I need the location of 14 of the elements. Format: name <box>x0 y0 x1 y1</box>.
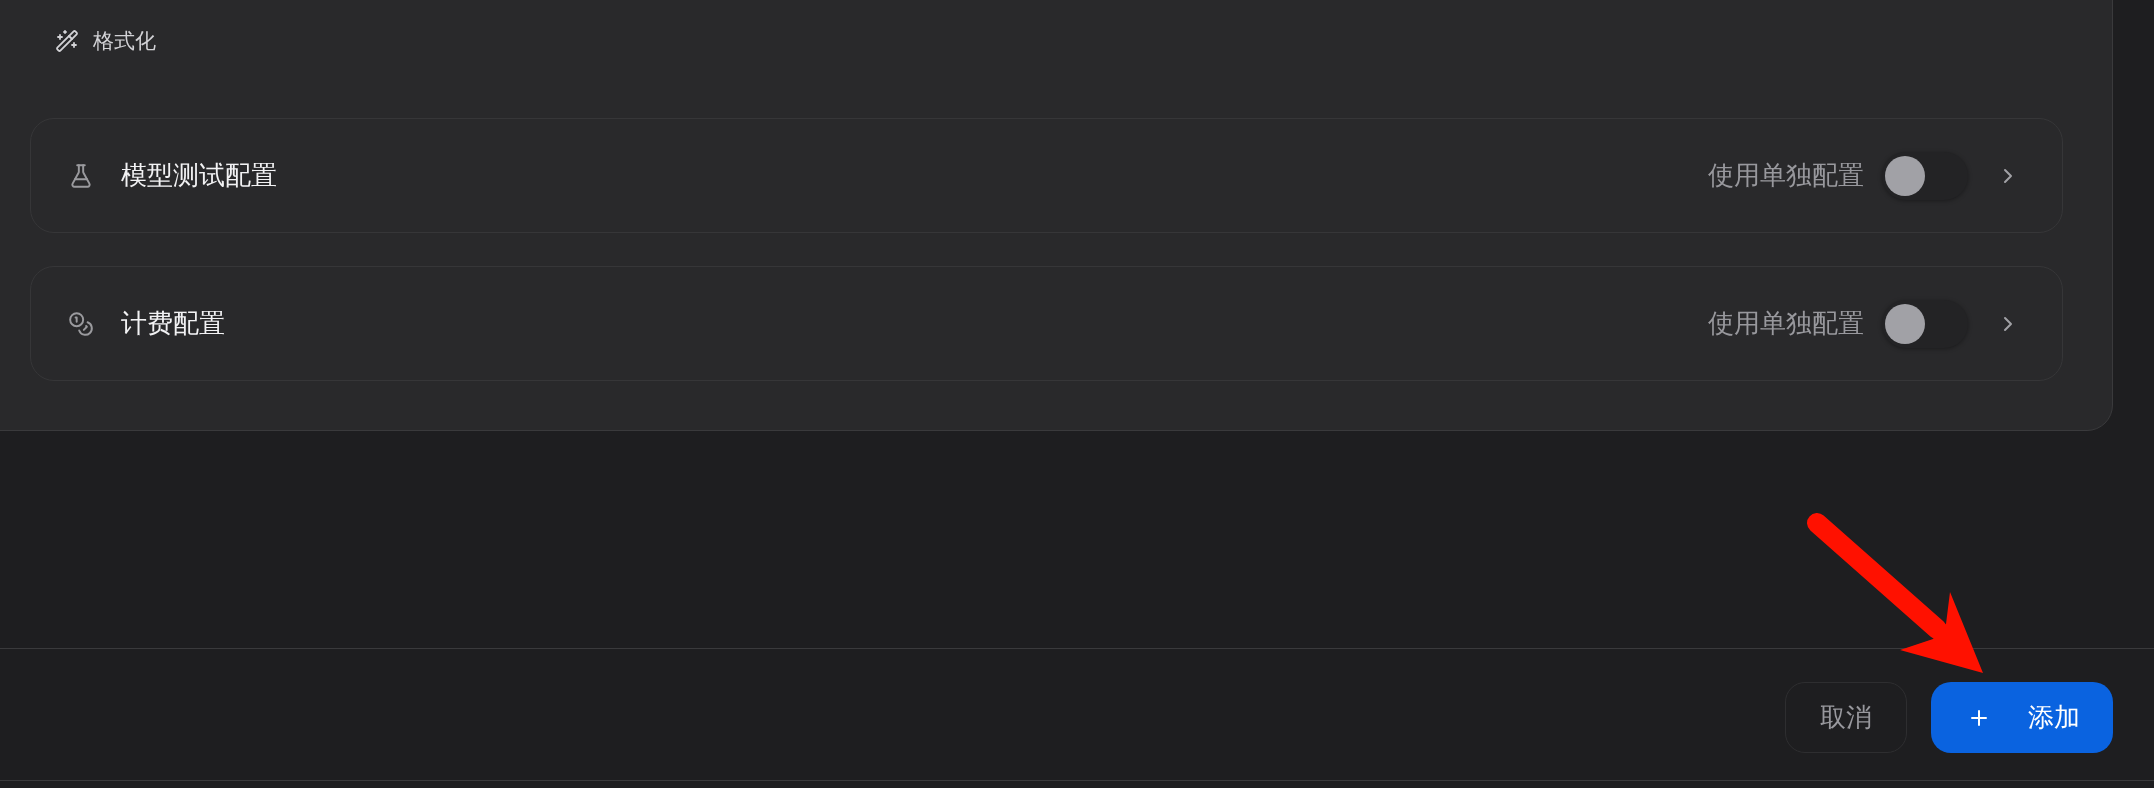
section-card[interactable]: 计费配置 使用单独配置 <box>30 266 2063 381</box>
format-button[interactable]: 格式化 <box>45 21 166 61</box>
coins-icon <box>68 310 94 337</box>
section-card[interactable]: 模型测试配置 使用单独配置 <box>30 118 2063 233</box>
cancel-button[interactable]: 取消 <box>1785 682 1907 753</box>
toggle-switch[interactable] <box>1882 151 1968 200</box>
section-title: 模型测试配置 <box>121 159 277 192</box>
magic-wand-icon <box>55 29 79 53</box>
toggle-label: 使用单独配置 <box>1708 159 1864 192</box>
add-button[interactable]: 添加 <box>1931 682 2113 753</box>
toggle-label: 使用单独配置 <box>1708 307 1864 340</box>
flask-icon <box>68 162 94 189</box>
section-title: 计费配置 <box>121 307 225 340</box>
toggle-switch[interactable] <box>1882 299 1968 348</box>
